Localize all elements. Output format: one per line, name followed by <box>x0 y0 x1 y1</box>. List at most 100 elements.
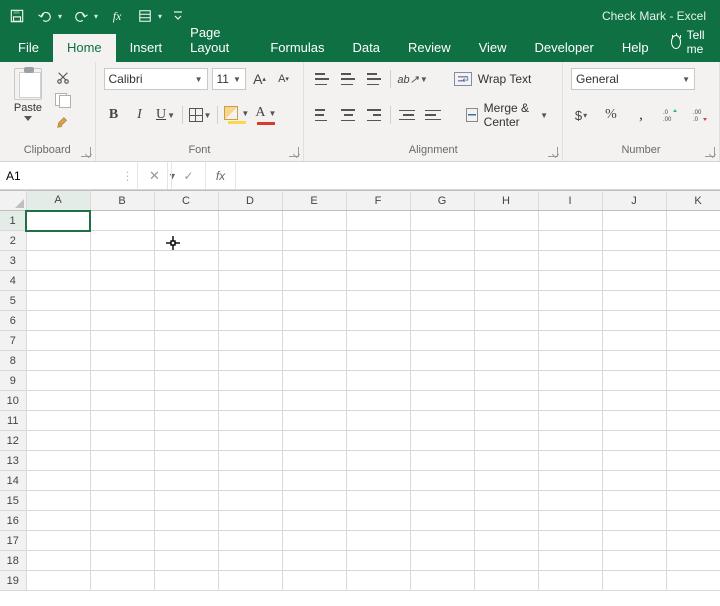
select-all-corner[interactable] <box>0 191 26 211</box>
cell-G11[interactable] <box>410 411 474 431</box>
cut-button[interactable] <box>54 70 72 86</box>
cell-D14[interactable] <box>218 471 282 491</box>
accounting-format-button[interactable]: $▾ <box>571 104 591 126</box>
cell-I11[interactable] <box>538 411 602 431</box>
cell-C3[interactable] <box>154 251 218 271</box>
cell-I4[interactable] <box>538 271 602 291</box>
cell-D9[interactable] <box>218 371 282 391</box>
cell-F12[interactable] <box>346 431 410 451</box>
tab-page-layout[interactable]: Page Layout <box>176 19 256 62</box>
name-box[interactable]: ▼ <box>0 162 118 189</box>
cell-I2[interactable] <box>538 231 602 251</box>
cell-F9[interactable] <box>346 371 410 391</box>
cell-A12[interactable] <box>26 431 90 451</box>
cell-C15[interactable] <box>154 491 218 511</box>
tab-data[interactable]: Data <box>339 34 394 62</box>
grow-font-button[interactable]: A▴ <box>250 68 270 90</box>
cell-H19[interactable] <box>474 571 538 591</box>
cell-C10[interactable] <box>154 391 218 411</box>
cell-F5[interactable] <box>346 291 410 311</box>
cell-D13[interactable] <box>218 451 282 471</box>
cell-K15[interactable] <box>666 491 720 511</box>
cell-J10[interactable] <box>602 391 666 411</box>
cell-E4[interactable] <box>282 271 346 291</box>
cell-B15[interactable] <box>90 491 154 511</box>
col-header-k[interactable]: K <box>666 191 720 211</box>
cell-A19[interactable] <box>26 571 90 591</box>
cell-K14[interactable] <box>666 471 720 491</box>
cell-B3[interactable] <box>90 251 154 271</box>
cell-D5[interactable] <box>218 291 282 311</box>
cell-J12[interactable] <box>602 431 666 451</box>
row-header-15[interactable]: 15 <box>0 491 26 511</box>
number-format-combo[interactable]: General ▼ <box>571 68 695 90</box>
alignment-dialog-launcher[interactable] <box>548 147 558 157</box>
bold-button[interactable]: B <box>104 104 124 126</box>
cell-B13[interactable] <box>90 451 154 471</box>
cell-C13[interactable] <box>154 451 218 471</box>
col-header-f[interactable]: F <box>346 191 410 211</box>
cell-J16[interactable] <box>602 511 666 531</box>
cell-F16[interactable] <box>346 511 410 531</box>
form-dropdown-icon[interactable]: ▾ <box>158 12 162 21</box>
save-icon[interactable] <box>8 7 26 25</box>
cell-G2[interactable] <box>410 231 474 251</box>
cell-J5[interactable] <box>602 291 666 311</box>
cancel-button[interactable]: ✕ <box>138 162 172 189</box>
cell-G10[interactable] <box>410 391 474 411</box>
cell-J13[interactable] <box>602 451 666 471</box>
cell-C18[interactable] <box>154 551 218 571</box>
cell-A14[interactable] <box>26 471 90 491</box>
cell-B9[interactable] <box>90 371 154 391</box>
cell-B7[interactable] <box>90 331 154 351</box>
cell-E11[interactable] <box>282 411 346 431</box>
align-right-button[interactable] <box>364 104 384 126</box>
cell-G1[interactable] <box>410 211 474 231</box>
cell-J7[interactable] <box>602 331 666 351</box>
cell-I18[interactable] <box>538 551 602 571</box>
cell-J6[interactable] <box>602 311 666 331</box>
cell-J3[interactable] <box>602 251 666 271</box>
cell-I1[interactable] <box>538 211 602 231</box>
cell-K19[interactable] <box>666 571 720 591</box>
cell-I12[interactable] <box>538 431 602 451</box>
cell-E12[interactable] <box>282 431 346 451</box>
cell-D16[interactable] <box>218 511 282 531</box>
row-header-12[interactable]: 12 <box>0 431 26 451</box>
cell-E8[interactable] <box>282 351 346 371</box>
cell-H18[interactable] <box>474 551 538 571</box>
cell-A6[interactable] <box>26 311 90 331</box>
cell-I16[interactable] <box>538 511 602 531</box>
cell-H15[interactable] <box>474 491 538 511</box>
increase-indent-button[interactable] <box>423 104 443 126</box>
cell-G14[interactable] <box>410 471 474 491</box>
cell-K2[interactable] <box>666 231 720 251</box>
row-header-19[interactable]: 19 <box>0 571 26 591</box>
cell-B11[interactable] <box>90 411 154 431</box>
cell-G6[interactable] <box>410 311 474 331</box>
fill-color-button[interactable]: ▼ <box>224 104 249 126</box>
decrease-indent-button[interactable] <box>397 104 417 126</box>
cell-D17[interactable] <box>218 531 282 551</box>
cell-C4[interactable] <box>154 271 218 291</box>
cell-G17[interactable] <box>410 531 474 551</box>
cell-C17[interactable] <box>154 531 218 551</box>
cell-A16[interactable] <box>26 511 90 531</box>
row-header-3[interactable]: 3 <box>0 251 26 271</box>
col-header-e[interactable]: E <box>282 191 346 211</box>
row-header-13[interactable]: 13 <box>0 451 26 471</box>
cell-F14[interactable] <box>346 471 410 491</box>
cell-K13[interactable] <box>666 451 720 471</box>
wrap-text-button[interactable]: Wrap Text <box>448 68 538 90</box>
align-left-button[interactable] <box>312 104 332 126</box>
cell-J14[interactable] <box>602 471 666 491</box>
cell-D12[interactable] <box>218 431 282 451</box>
cell-G13[interactable] <box>410 451 474 471</box>
cell-B19[interactable] <box>90 571 154 591</box>
cell-I7[interactable] <box>538 331 602 351</box>
cell-F13[interactable] <box>346 451 410 471</box>
cell-C8[interactable] <box>154 351 218 371</box>
redo-icon[interactable] <box>72 7 90 25</box>
cell-J18[interactable] <box>602 551 666 571</box>
cell-F8[interactable] <box>346 351 410 371</box>
